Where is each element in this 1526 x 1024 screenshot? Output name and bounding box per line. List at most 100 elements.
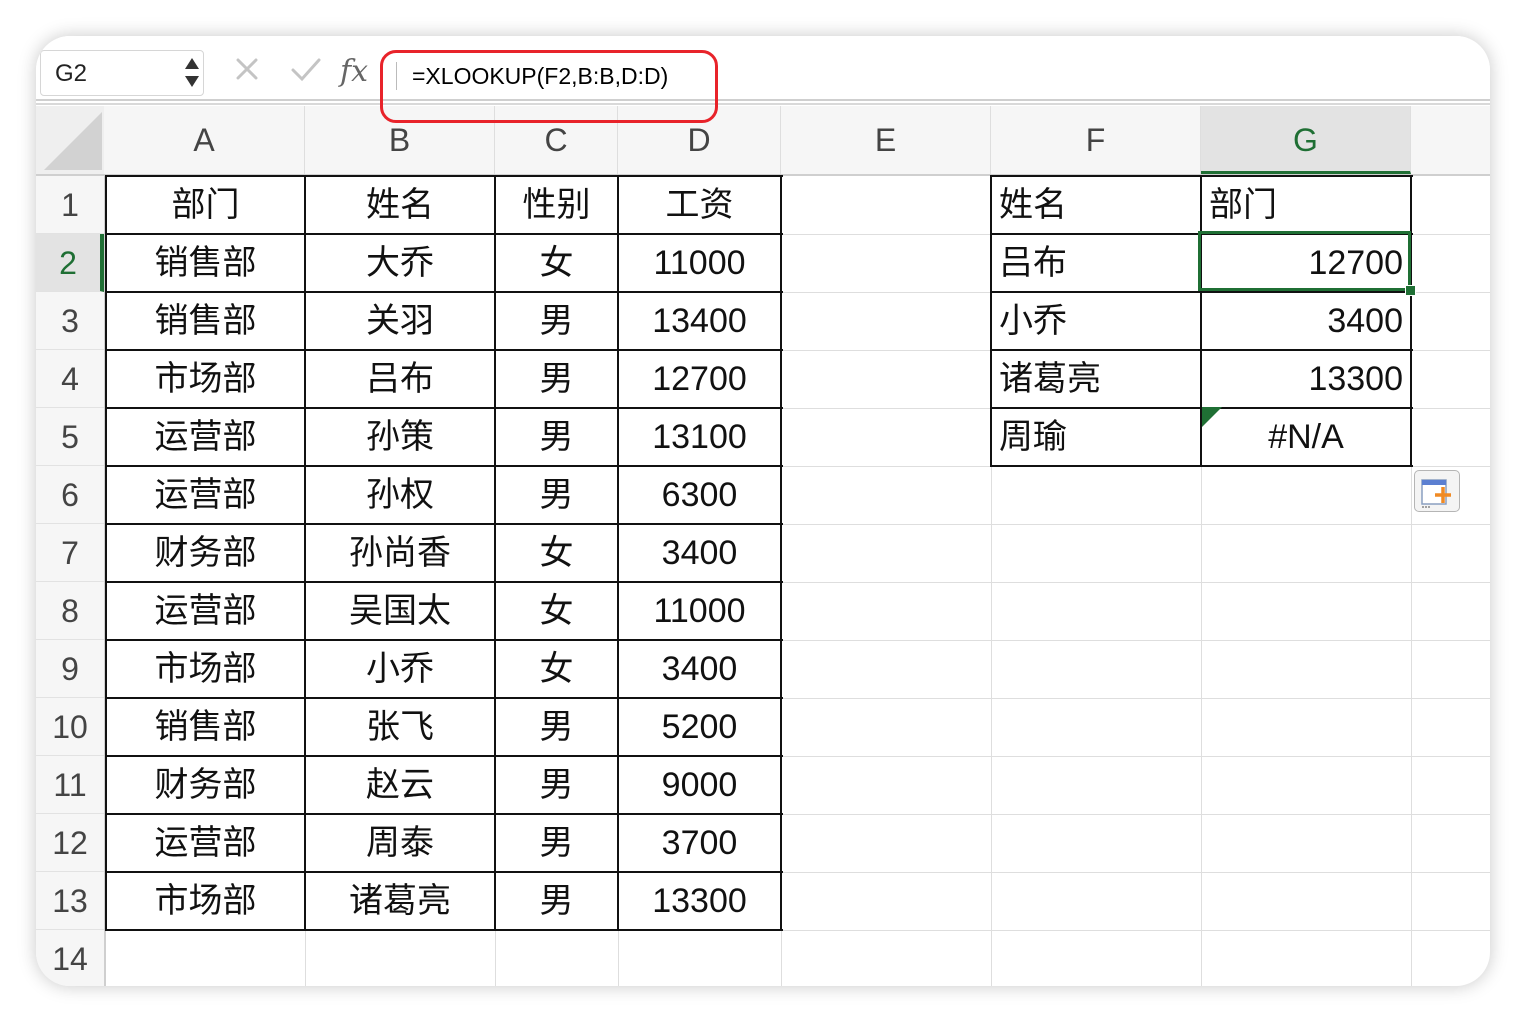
- table-border: [991, 349, 1413, 351]
- table-cell[interactable]: 13100: [618, 408, 781, 466]
- row-header-9[interactable]: 9: [36, 640, 104, 698]
- row-header-13[interactable]: 13: [36, 872, 104, 930]
- row-header-1[interactable]: 1: [36, 176, 104, 234]
- column-header-e[interactable]: E: [781, 106, 991, 174]
- table-cell[interactable]: 13300: [618, 872, 781, 930]
- table-cell[interactable]: 男: [495, 408, 618, 466]
- name-box-stepper-icon[interactable]: [185, 54, 199, 92]
- table-cell[interactable]: 男: [495, 814, 618, 872]
- lookup-result-cell[interactable]: 3400: [1201, 292, 1411, 350]
- table-border: [106, 813, 783, 815]
- table-cell[interactable]: 销售部: [106, 698, 305, 756]
- table-cell[interactable]: 财务部: [106, 524, 305, 582]
- table-cell[interactable]: 3400: [618, 640, 781, 698]
- function-icon[interactable]: fx: [340, 54, 368, 89]
- paste-options-icon[interactable]: [1414, 470, 1460, 512]
- table-cell[interactable]: 吴国太: [305, 582, 495, 640]
- table-cell[interactable]: 6300: [618, 466, 781, 524]
- lookup-name-cell[interactable]: 小乔: [991, 292, 1201, 350]
- lookup-name-cell[interactable]: 周瑜: [991, 408, 1201, 466]
- table-cell[interactable]: 3400: [618, 524, 781, 582]
- fill-handle[interactable]: [1405, 285, 1416, 296]
- header-cell[interactable]: 性别: [495, 176, 618, 234]
- table-cell[interactable]: 孙策: [305, 408, 495, 466]
- column-header-a[interactable]: A: [104, 106, 305, 174]
- column-header-f[interactable]: F: [991, 106, 1201, 174]
- row-header-6[interactable]: 6: [36, 466, 104, 524]
- table-cell[interactable]: 销售部: [106, 234, 305, 292]
- table-cell[interactable]: 市场部: [106, 640, 305, 698]
- table-cell[interactable]: 运营部: [106, 582, 305, 640]
- lookup-result-cell[interactable]: 13300: [1201, 350, 1411, 408]
- confirm-icon[interactable]: [290, 56, 322, 82]
- table-cell[interactable]: 女: [495, 582, 618, 640]
- table-border: [990, 175, 992, 467]
- table-border: [106, 929, 783, 931]
- table-cell[interactable]: 女: [495, 524, 618, 582]
- table-cell[interactable]: 市场部: [106, 350, 305, 408]
- row-header-8[interactable]: 8: [36, 582, 104, 640]
- header-cell[interactable]: 工资: [618, 176, 781, 234]
- lookup-header-cell[interactable]: 姓名: [991, 176, 1201, 234]
- row-header-3[interactable]: 3: [36, 292, 104, 350]
- table-cell[interactable]: 12700: [618, 350, 781, 408]
- table-cell[interactable]: 诸葛亮: [305, 872, 495, 930]
- table-cell[interactable]: 11000: [618, 234, 781, 292]
- row-header-11[interactable]: 11: [36, 756, 104, 814]
- table-cell[interactable]: 运营部: [106, 466, 305, 524]
- table-border: [106, 581, 783, 583]
- name-box[interactable]: G2: [40, 50, 204, 96]
- table-cell[interactable]: 运营部: [106, 814, 305, 872]
- header-cell[interactable]: 姓名: [305, 176, 495, 234]
- table-cell[interactable]: 运营部: [106, 408, 305, 466]
- table-cell[interactable]: 财务部: [106, 756, 305, 814]
- table-border: [106, 871, 783, 873]
- table-border: [494, 175, 496, 931]
- table-cell[interactable]: 男: [495, 466, 618, 524]
- header-cell[interactable]: 部门: [106, 176, 305, 234]
- table-cell[interactable]: 吕布: [305, 350, 495, 408]
- table-border: [304, 175, 306, 931]
- table-cell[interactable]: 3700: [618, 814, 781, 872]
- table-cell[interactable]: 女: [495, 640, 618, 698]
- lookup-header-cell[interactable]: 部门: [1201, 176, 1411, 234]
- table-cell[interactable]: 市场部: [106, 872, 305, 930]
- table-cell[interactable]: 销售部: [106, 292, 305, 350]
- table-cell[interactable]: 关羽: [305, 292, 495, 350]
- table-border: [106, 755, 783, 757]
- table-cell[interactable]: 11000: [618, 582, 781, 640]
- table-cell[interactable]: 赵云: [305, 756, 495, 814]
- lookup-name-cell[interactable]: 诸葛亮: [991, 350, 1201, 408]
- table-cell[interactable]: 孙尚香: [305, 524, 495, 582]
- table-cell[interactable]: 周泰: [305, 814, 495, 872]
- table-cell[interactable]: 男: [495, 756, 618, 814]
- row-header-2[interactable]: 2: [36, 234, 104, 292]
- select-all-corner[interactable]: [36, 106, 104, 174]
- table-cell[interactable]: 5200: [618, 698, 781, 756]
- row-header-5[interactable]: 5: [36, 408, 104, 466]
- row-header-7[interactable]: 7: [36, 524, 104, 582]
- table-cell[interactable]: 大乔: [305, 234, 495, 292]
- table-cell[interactable]: 男: [495, 350, 618, 408]
- lookup-name-cell[interactable]: 吕布: [991, 234, 1201, 292]
- table-cell[interactable]: 9000: [618, 756, 781, 814]
- table-cell[interactable]: 孙权: [305, 466, 495, 524]
- column-header-g[interactable]: G: [1201, 106, 1411, 174]
- table-cell[interactable]: 男: [495, 698, 618, 756]
- table-cell[interactable]: 13400: [618, 292, 781, 350]
- row-header-14[interactable]: 14: [36, 930, 104, 986]
- table-border: [106, 523, 783, 525]
- row-header-4[interactable]: 4: [36, 350, 104, 408]
- formula-bar: G2 fx =XLOOKUP(F2,B:B,D:D): [36, 36, 1490, 123]
- table-border: [106, 697, 783, 699]
- lookup-result-cell[interactable]: #N/A: [1201, 408, 1411, 466]
- error-indicator-icon[interactable]: [1202, 407, 1222, 427]
- table-cell[interactable]: 小乔: [305, 640, 495, 698]
- table-cell[interactable]: 男: [495, 872, 618, 930]
- row-header-10[interactable]: 10: [36, 698, 104, 756]
- row-header-12[interactable]: 12: [36, 814, 104, 872]
- table-cell[interactable]: 女: [495, 234, 618, 292]
- table-cell[interactable]: 男: [495, 292, 618, 350]
- table-cell[interactable]: 张飞: [305, 698, 495, 756]
- cancel-icon[interactable]: [234, 56, 260, 82]
